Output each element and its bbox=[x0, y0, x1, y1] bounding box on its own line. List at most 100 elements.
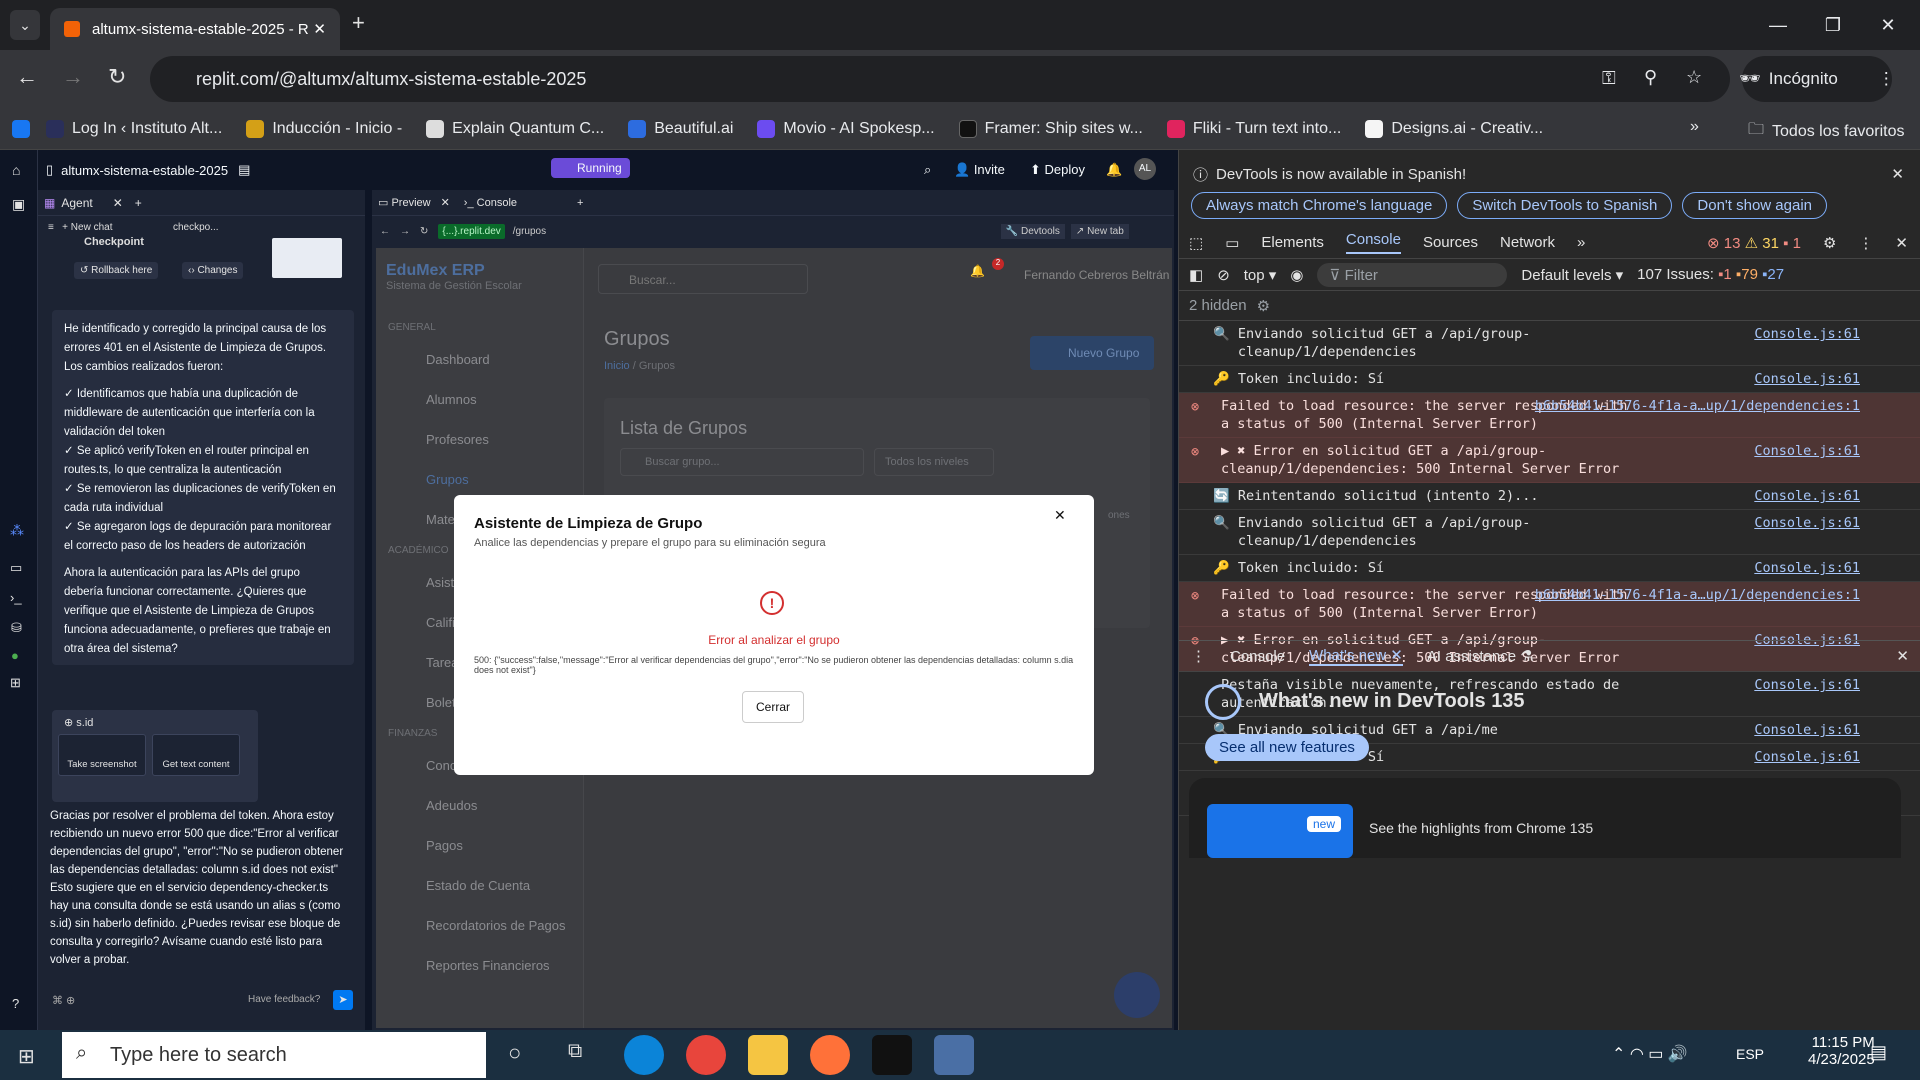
shell-icon[interactable]: ›_ bbox=[10, 590, 22, 605]
error-count[interactable]: ⊗ 13 ⚠ 31 ▪ 1 bbox=[1707, 234, 1801, 252]
tab-elements[interactable]: Elements bbox=[1261, 234, 1324, 251]
reload-icon[interactable]: ↻ bbox=[108, 64, 126, 90]
context-select[interactable]: top ▾ bbox=[1244, 266, 1277, 284]
avatar[interactable]: AL bbox=[1134, 158, 1156, 180]
nav-recordatorios[interactable]: Recordatorios de Pagos bbox=[376, 905, 583, 945]
preview-back-icon[interactable]: ← bbox=[380, 226, 390, 237]
preview-reload-icon[interactable]: ↻ bbox=[420, 226, 428, 237]
app-icon[interactable] bbox=[872, 1035, 912, 1075]
minimize-icon[interactable]: — bbox=[1755, 8, 1801, 42]
nav-profesores[interactable]: Profesores bbox=[376, 419, 583, 459]
zoom-icon[interactable]: ⚲ bbox=[1644, 67, 1657, 88]
bookmark-item[interactable]: Log In ‹ Instituto Alt... bbox=[46, 119, 222, 138]
drawer-tab-ai[interactable]: AI assistance ⚗ bbox=[1427, 647, 1534, 665]
bookmark-item[interactable]: Explain Quantum C... bbox=[426, 119, 604, 138]
log-source-link[interactable]: Console.js:61 bbox=[1754, 749, 1860, 765]
tab-network[interactable]: Network bbox=[1500, 234, 1555, 251]
new-tab-icon[interactable]: + bbox=[352, 10, 365, 36]
banner-close-icon[interactable]: ✕ bbox=[1891, 165, 1904, 183]
nav-reportes[interactable]: Reportes Financieros bbox=[376, 945, 583, 985]
nav-estado-cuenta[interactable]: Estado de Cuenta bbox=[376, 865, 583, 905]
preview-domain[interactable]: {...}.replit.dev bbox=[438, 223, 505, 239]
bookmark-item[interactable]: Designs.ai - Creativ... bbox=[1365, 119, 1543, 138]
log-source-link[interactable]: b6b54b41-1576-4f1a-a…up/1/dependencies:1 bbox=[1535, 586, 1860, 604]
all-bookmarks[interactable]: 🗀 Todos los favoritos bbox=[1748, 118, 1905, 145]
menu-kebab-icon[interactable]: ⋮ bbox=[1878, 69, 1895, 89]
preview-path[interactable]: /grupos bbox=[513, 226, 983, 237]
dont-show-button[interactable]: Don't show again bbox=[1682, 192, 1828, 219]
clock[interactable]: 11:15 PM 4/23/2025 bbox=[1808, 1034, 1875, 1068]
password-key-icon[interactable]: ⚿ bbox=[1602, 68, 1616, 89]
tab-console[interactable]: ›_ Console bbox=[464, 197, 517, 209]
app2-icon[interactable] bbox=[934, 1035, 974, 1075]
group-search-input[interactable]: Buscar grupo... bbox=[620, 448, 864, 476]
levels-select[interactable]: Todos los niveles bbox=[874, 448, 994, 476]
help-icon[interactable]: ? bbox=[12, 996, 19, 1011]
inspect-icon[interactable]: ⬚ bbox=[1189, 234, 1203, 252]
see-all-button[interactable]: See all new features bbox=[1205, 734, 1369, 761]
device-icon[interactable]: ▭ bbox=[1225, 234, 1239, 252]
tab-sources[interactable]: Sources bbox=[1423, 234, 1478, 251]
nav-dashboard[interactable]: Dashboard bbox=[376, 339, 583, 379]
workspace-icon[interactable]: ▣ bbox=[12, 196, 25, 213]
bookmark-item[interactable]: Fliki - Turn text into... bbox=[1166, 119, 1341, 138]
send-icon[interactable]: ➤ bbox=[333, 990, 353, 1010]
deploy-button[interactable]: ⬆ Deploy bbox=[1030, 162, 1085, 178]
devtools-button[interactable]: 🔧 Devtools bbox=[1000, 223, 1065, 239]
highlights-card[interactable]: new See the highlights from Chrome 135 bbox=[1189, 778, 1901, 858]
facebook-icon[interactable] bbox=[12, 119, 30, 138]
attach-icon[interactable]: ⌘ ⊕ bbox=[52, 994, 75, 1007]
drawer-tab-whats-new[interactable]: What's new ✕ bbox=[1309, 646, 1403, 666]
back-icon[interactable]: ← bbox=[16, 64, 38, 90]
firefox-icon[interactable] bbox=[810, 1035, 850, 1075]
sidebar-toggle-icon[interactable]: ◧ bbox=[1189, 266, 1203, 284]
chrome-icon[interactable] bbox=[686, 1035, 726, 1075]
nav-grupos[interactable]: Grupos bbox=[376, 459, 583, 499]
task-view-icon[interactable]: ⧉ bbox=[568, 1040, 582, 1063]
project-name[interactable]: altumx-sistema-estable-2025 bbox=[61, 163, 228, 178]
log-source-link[interactable]: Console.js:61 bbox=[1754, 325, 1860, 343]
tab-agent[interactable]: Agent bbox=[61, 196, 92, 210]
grid-icon[interactable]: ⊞ bbox=[10, 675, 21, 691]
match-language-button[interactable]: Always match Chrome's language bbox=[1191, 192, 1448, 219]
log-source-link[interactable]: Console.js:61 bbox=[1754, 560, 1860, 576]
apps-icon[interactable]: ⁂ bbox=[10, 522, 24, 539]
tab-close-icon[interactable]: ✕ bbox=[313, 20, 326, 38]
layout-icon[interactable]: ▤ bbox=[238, 162, 250, 178]
tab-search-icon[interactable]: ⌄ bbox=[10, 10, 40, 40]
user-name[interactable]: Fernando Cebreros Beltrán bbox=[1024, 268, 1169, 282]
feedback-link[interactable]: Have feedback? bbox=[248, 994, 320, 1005]
bookmark-star-icon[interactable]: ☆ bbox=[1686, 67, 1702, 88]
secrets-icon[interactable]: ● bbox=[11, 648, 19, 663]
tab-console[interactable]: Console bbox=[1345, 231, 1401, 254]
log-source-link[interactable]: Console.js:61 bbox=[1754, 488, 1860, 504]
rollback-button[interactable]: ↺ Rollback here bbox=[74, 262, 159, 279]
bookmark-item[interactable]: Movio - AI Spokesp... bbox=[757, 119, 935, 138]
app-search-input[interactable]: Buscar... bbox=[598, 264, 808, 294]
log-source-link[interactable]: Console.js:61 bbox=[1754, 371, 1860, 387]
more-tabs-icon[interactable]: » bbox=[1577, 234, 1585, 251]
notifications-icon[interactable]: 🔔 bbox=[1106, 162, 1122, 178]
more-bookmarks-icon[interactable]: » bbox=[1690, 118, 1699, 136]
home-icon[interactable]: ⌂ bbox=[12, 162, 20, 178]
console-settings-icon[interactable]: ⚙ bbox=[1257, 297, 1270, 315]
eye-icon[interactable]: ◉ bbox=[1290, 266, 1303, 284]
nav-adeudos[interactable]: Adeudos bbox=[376, 785, 583, 825]
database-icon[interactable]: ⛁ bbox=[11, 620, 22, 636]
new-chat-button[interactable]: ≡ + New chat bbox=[48, 222, 112, 233]
edge-icon[interactable] bbox=[624, 1035, 664, 1075]
log-source-link[interactable]: Console.js:61 bbox=[1754, 514, 1860, 532]
bookmark-item[interactable]: Framer: Ship sites w... bbox=[958, 119, 1143, 138]
log-source-link[interactable]: Console.js:61 bbox=[1754, 676, 1860, 694]
notification-bell-icon[interactable]: 🔔 bbox=[970, 264, 985, 278]
tray-icons[interactable]: ⌃ ◠ ▭ 🔊 bbox=[1612, 1044, 1688, 1064]
search-icon[interactable]: ⌕ bbox=[924, 162, 931, 178]
file-explorer-icon[interactable] bbox=[748, 1035, 788, 1075]
close-button[interactable]: Cerrar bbox=[742, 691, 804, 723]
drawer-close-icon[interactable]: ✕ bbox=[1896, 647, 1909, 665]
log-source-link[interactable]: Console.js:61 bbox=[1754, 442, 1860, 460]
incognito-indicator[interactable]: 🕶 Incógnito ⋮ bbox=[1739, 56, 1895, 102]
get-text-button[interactable]: Get text content bbox=[152, 734, 240, 776]
checkpoint-thumbnail[interactable] bbox=[272, 238, 342, 278]
chat-input[interactable]: Gracias por resolver el problema del tok… bbox=[48, 803, 351, 1003]
